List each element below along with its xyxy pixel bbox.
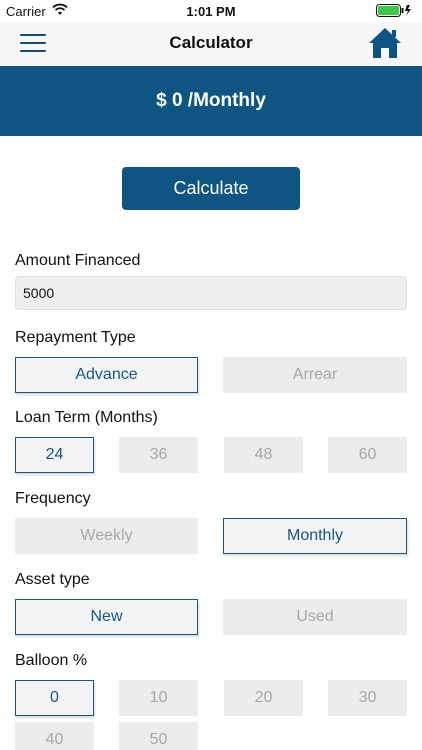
status-bar: Carrier 1:01 PM	[0, 0, 422, 22]
balloon-option-0[interactable]: 0	[15, 680, 94, 716]
balloon-option-20[interactable]: 20	[224, 680, 303, 716]
frequency-option-weekly[interactable]: Weekly	[15, 518, 198, 554]
monthly-payment-amount: $ 0 /Monthly	[156, 90, 266, 111]
balloon-option-50[interactable]: 50	[119, 722, 198, 750]
balloon-option-10[interactable]: 10	[119, 680, 198, 716]
status-time: 1:01 PM	[186, 4, 236, 19]
repayment-option-advance[interactable]: Advance	[15, 357, 198, 393]
frequency-option-monthly[interactable]: Monthly	[223, 518, 407, 554]
repayment-option-arrear[interactable]: Arrear	[223, 357, 407, 393]
loan-term-label: Loan Term (Months)	[15, 409, 158, 426]
battery-icon	[376, 4, 411, 17]
asset-type-option-new[interactable]: New	[15, 599, 198, 635]
asset-type-label: Asset type	[15, 571, 90, 588]
payment-banner: $ 0 /Monthly	[0, 66, 422, 136]
balloon-label: Balloon %	[15, 652, 88, 669]
loan-term-option-36[interactable]: 36	[119, 437, 198, 473]
frequency-label: Frequency	[15, 490, 91, 507]
navigation-bar: Calculator	[0, 22, 422, 66]
loan-term-option-60[interactable]: 60	[328, 437, 407, 473]
calculate-button[interactable]: Calculate	[122, 167, 300, 210]
balloon-option-30[interactable]: 30	[328, 680, 407, 716]
asset-type-option-used[interactable]: Used	[223, 599, 407, 635]
amount-financed-label: Amount Financed	[15, 252, 141, 269]
balloon-option-40[interactable]: 40	[15, 722, 94, 750]
loan-term-option-48[interactable]: 48	[224, 437, 303, 473]
repayment-type-label: Repayment Type	[15, 329, 136, 346]
loan-term-option-24[interactable]: 24	[15, 437, 94, 473]
page-title: Calculator	[169, 33, 253, 52]
amount-financed-input[interactable]	[15, 276, 407, 310]
home-icon[interactable]	[368, 26, 402, 60]
